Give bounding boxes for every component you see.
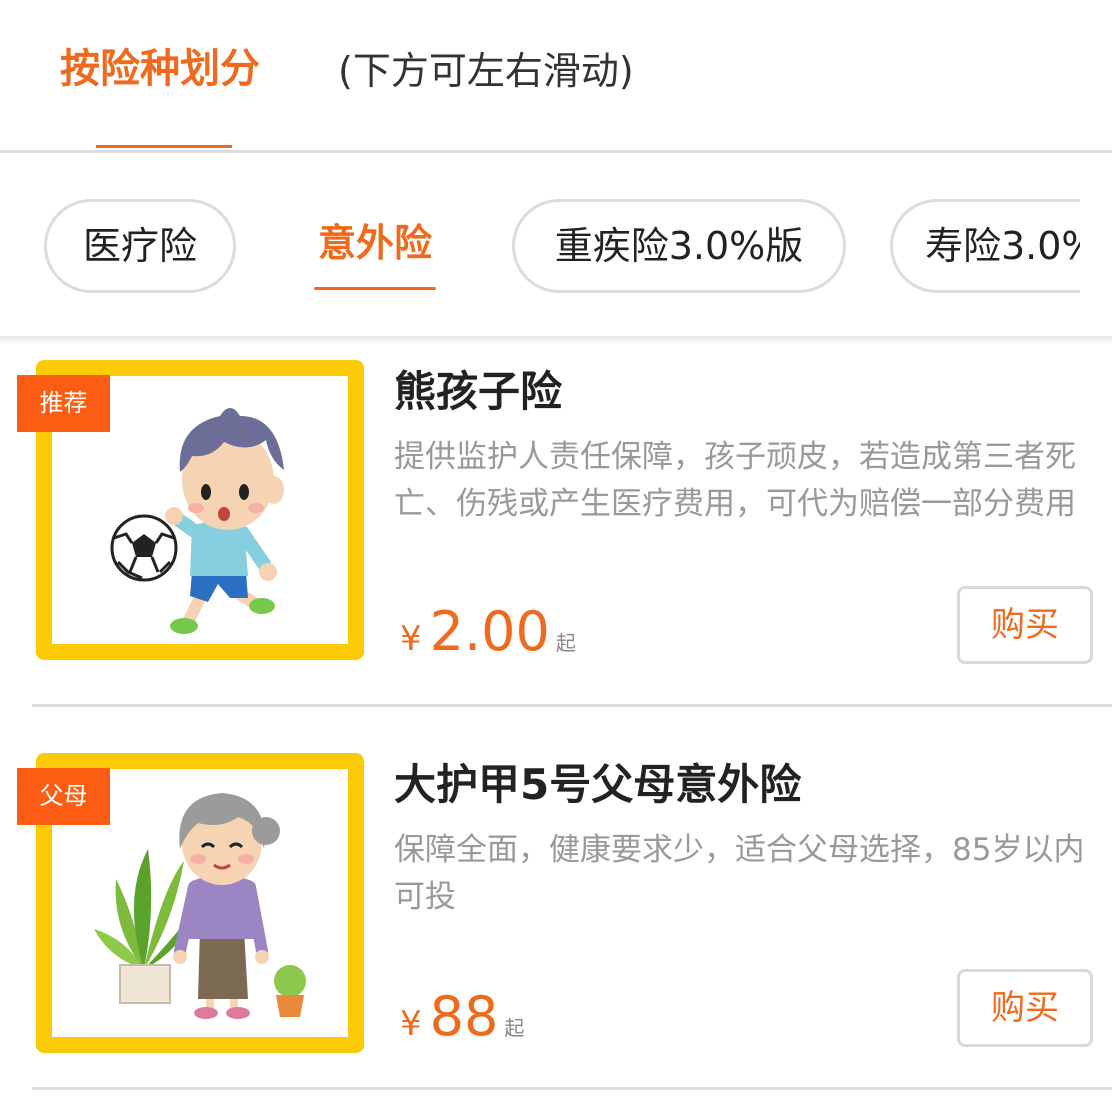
product-badge: 推荐 — [17, 375, 110, 432]
product-title[interactable]: 大护甲5号父母意外险 — [394, 759, 801, 811]
product-description: 提供监护人责任保障，孩子顽皮，若造成第三者死亡、伤残或产生医疗费用，可代为赔偿一… — [394, 439, 1076, 522]
currency-symbol: ¥ — [400, 1004, 422, 1044]
product-card[interactable]: 推荐 熊孩子险 提供监护人责任保障，孩子顽皮，若造成第三者死亡、伤残或产生医疗费… — [0, 344, 1112, 729]
buy-button[interactable]: 购买 — [957, 586, 1093, 664]
product-title[interactable]: 熊孩子险 — [394, 366, 562, 418]
product-price: ¥2.00 起 — [400, 600, 576, 663]
swipe-hint: (下方可左右滑动) — [338, 49, 634, 93]
currency-symbol: ¥ — [400, 619, 422, 659]
product-description: 保障全面，健康要求少，适合父母选择，85岁以内可投 — [394, 832, 1085, 915]
price-suffix: 起 — [504, 1016, 525, 1040]
price-amount: 88 — [429, 985, 499, 1048]
price-suffix: 起 — [555, 631, 576, 655]
product-price: ¥88 起 — [400, 985, 524, 1048]
small-pot-plant-icon — [274, 965, 306, 1017]
header: 按险种划分 (下方可左右滑动) — [0, 0, 1112, 150]
product-card[interactable]: 父母 大护甲5号父母意外险 保障全面，健康要求少，适合父母选择，85岁以内可投 … — [0, 707, 1112, 1090]
category-tab-accident[interactable]: 意外险 — [298, 199, 452, 293]
category-active-underline — [314, 287, 436, 290]
category-tab-medical[interactable]: 医疗险 — [44, 199, 236, 293]
buy-button[interactable]: 购买 — [957, 969, 1093, 1047]
section-tab-by-type[interactable]: 按险种划分 — [60, 44, 260, 94]
category-shadow — [0, 336, 1112, 344]
price-amount: 2.00 — [429, 600, 550, 663]
product-badge: 父母 — [17, 768, 110, 825]
category-tab-life[interactable]: 寿险3.0%版 — [890, 199, 1112, 293]
card-divider — [32, 1087, 1112, 1090]
category-tab-critical-illness[interactable]: 重疾险3.0%版 — [512, 199, 846, 293]
category-tabs[interactable]: 医疗险 意外险 重疾险3.0%版 寿险3.0%版 — [0, 153, 1112, 338]
category-scroll-edge — [1080, 153, 1112, 338]
section-tab-underline — [96, 145, 232, 148]
soccer-ball-icon — [110, 514, 178, 582]
